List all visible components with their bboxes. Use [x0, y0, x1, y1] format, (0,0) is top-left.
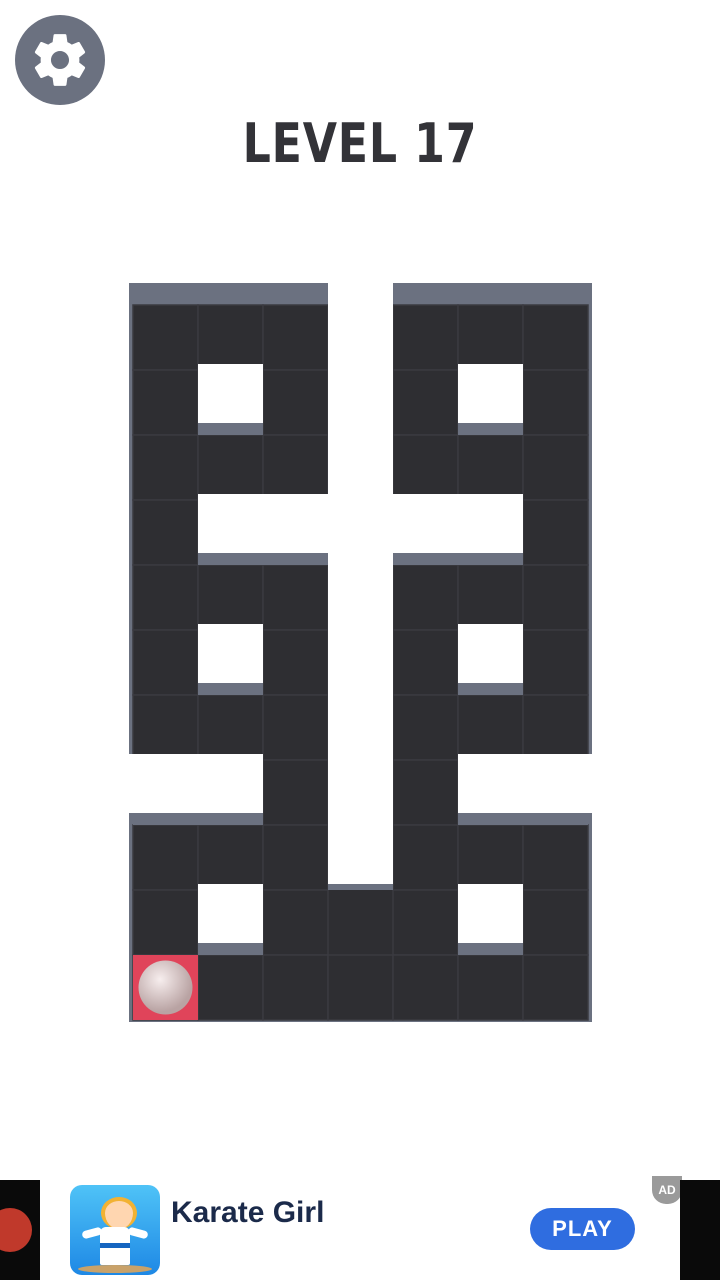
- wall-block: [458, 494, 523, 553]
- ball: [138, 960, 193, 1015]
- floor-cell: [392, 434, 459, 501]
- floor-cell: [132, 434, 199, 501]
- wall-block: [458, 884, 523, 943]
- floor-cell: [132, 824, 199, 891]
- ad-left-strip: [0, 1180, 40, 1280]
- wall-block: [458, 624, 523, 683]
- ad-right-strip: [680, 1180, 720, 1280]
- floor-cell: [522, 889, 589, 956]
- floor-cell: [392, 759, 459, 826]
- wall-block-side: [458, 423, 523, 435]
- floor-cell: [132, 629, 199, 696]
- floor-cell: [262, 824, 329, 891]
- wall-block-side: [458, 553, 523, 565]
- floor-cell: [457, 304, 524, 371]
- floor-cell: [262, 954, 329, 1021]
- floor-cell: [457, 824, 524, 891]
- right-notch: [458, 754, 594, 819]
- floor-cell: [392, 954, 459, 1021]
- floor-cell: [522, 499, 589, 566]
- floor-cell: [197, 954, 264, 1021]
- floor-cell: [392, 889, 459, 956]
- floor-cell: [392, 369, 459, 436]
- floor-cell: [132, 369, 199, 436]
- floor-cell: [522, 629, 589, 696]
- ad-badge[interactable]: AD: [652, 1176, 682, 1204]
- wall-block-side: [458, 943, 523, 955]
- floor-cell: [262, 564, 329, 631]
- floor-cell: [522, 304, 589, 371]
- central-void: [328, 283, 393, 890]
- left-notch: [127, 754, 263, 819]
- floor-cell: [262, 759, 329, 826]
- floor-cell: [392, 824, 459, 891]
- wall-block-side: [393, 553, 458, 565]
- floor-cell: [132, 304, 199, 371]
- floor-cell: [522, 694, 589, 761]
- ad-title[interactable]: Karate Girl: [171, 1196, 324, 1230]
- floor-cell: [392, 304, 459, 371]
- wall-block-side: [198, 943, 263, 955]
- floor-cell: [197, 304, 264, 371]
- wall-block: [458, 364, 523, 423]
- floor-cell: [132, 499, 199, 566]
- floor-cell: [197, 434, 264, 501]
- floor-cell: [522, 434, 589, 501]
- icon-pad: [78, 1265, 152, 1273]
- floor-cell: [327, 954, 394, 1021]
- wall-block-side: [198, 683, 263, 695]
- central-void-base: [328, 884, 393, 890]
- floor-cell: [522, 824, 589, 891]
- floor-cell: [262, 369, 329, 436]
- floor-cell: [132, 694, 199, 761]
- left-notch-base: [129, 813, 263, 823]
- floor-cell: [262, 694, 329, 761]
- floor-cell: [457, 694, 524, 761]
- icon-head: [101, 1197, 137, 1229]
- ad-banner[interactable]: Karate Girl PLAY AD: [0, 1176, 720, 1280]
- floor-cell: [457, 434, 524, 501]
- wall-block-side: [458, 683, 523, 695]
- wall-block: [198, 624, 263, 683]
- app-icon-partial: [0, 1208, 32, 1252]
- floor-cell: [522, 954, 589, 1021]
- right-notch-base: [458, 813, 592, 823]
- ad-play-button[interactable]: PLAY: [530, 1208, 635, 1250]
- floor-cell: [197, 824, 264, 891]
- maze-board[interactable]: [0, 0, 720, 1100]
- floor-cell: [392, 694, 459, 761]
- karate-girl-app-icon[interactable]: [70, 1185, 160, 1275]
- floor-cell: [522, 564, 589, 631]
- floor-cell: [197, 564, 264, 631]
- floor-cell: [392, 564, 459, 631]
- wall-block: [198, 364, 263, 423]
- wall-block: [198, 494, 263, 553]
- floor-cell: [262, 304, 329, 371]
- floor-cell: [457, 954, 524, 1021]
- floor-cell: [262, 629, 329, 696]
- wall-block-side: [198, 423, 263, 435]
- floor-cell: [262, 889, 329, 956]
- floor-cell: [522, 369, 589, 436]
- floor-cell: [132, 564, 199, 631]
- wall-block-side: [198, 553, 263, 565]
- wall-block: [393, 494, 458, 553]
- wall-block: [198, 884, 263, 943]
- floor-cell: [132, 889, 199, 956]
- floor-cell: [197, 694, 264, 761]
- icon-arm-right: [127, 1226, 149, 1240]
- wall-block-side: [263, 553, 328, 565]
- floor-cell: [262, 434, 329, 501]
- floor-cell: [392, 629, 459, 696]
- floor-cell: [457, 564, 524, 631]
- wall-block: [263, 494, 328, 553]
- icon-belt: [100, 1243, 130, 1248]
